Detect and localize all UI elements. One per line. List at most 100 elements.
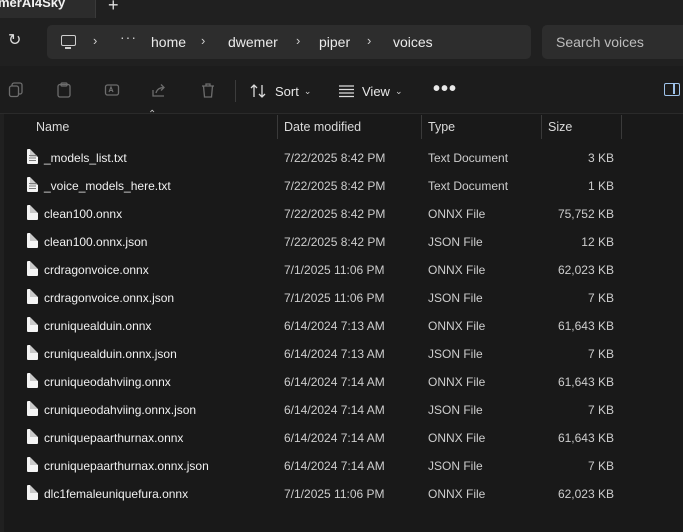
file-row[interactable]: clean100.onnx.json 7/22/2025 8:42 PM JSON … [0, 228, 683, 256]
sort-ascending-icon: ⌃ [148, 109, 157, 120]
more-options-icon[interactable]: ••• [433, 78, 457, 101]
file-size: 1 KB [587, 179, 614, 193]
copy-icon[interactable] [8, 82, 24, 98]
chevron-right-icon[interactable]: › [296, 33, 300, 48]
refresh-icon[interactable]: ↻ [8, 32, 26, 50]
share-icon[interactable] [151, 82, 167, 98]
file-icon [27, 401, 38, 416]
file-row[interactable]: dlc1femaleuniquefura.onnx 7/1/2025 11:06 … [0, 480, 683, 508]
file-icon [27, 233, 38, 248]
file-icon [27, 485, 38, 500]
file-name: _voice_models_here.txt [44, 179, 171, 193]
file-size: 3 KB [587, 151, 614, 165]
file-row[interactable]: cruniqueodahviing.onnx.json 6/14/2024 7:1… [0, 396, 683, 424]
search-input[interactable]: Search voices [542, 25, 683, 59]
rename-icon[interactable] [104, 82, 120, 98]
file-type: Text Document [428, 151, 509, 165]
paste-icon[interactable] [56, 82, 72, 98]
tab-strip: merAI4Sky + [0, 0, 683, 18]
file-row[interactable]: crdragonvoice.onnx 7/1/2025 11:06 PM ONNX … [0, 256, 683, 284]
sort-button[interactable]: Sort ⌄ [250, 81, 311, 101]
file-name: crdragonvoice.onnx [44, 263, 149, 277]
file-row[interactable]: cruniqueodahviing.onnx 6/14/2024 7:14 AM O… [0, 368, 683, 396]
breadcrumb-overflow[interactable]: ··· [120, 29, 137, 45]
file-type: Text Document [428, 179, 509, 193]
breadcrumb-voices[interactable]: voices [393, 34, 433, 50]
file-type: JSON File [428, 459, 483, 473]
column-divider[interactable] [421, 115, 422, 139]
address-row: ↻ › ··· home › dwemer › piper › voices S… [0, 18, 683, 66]
details-pane-icon[interactable] [664, 83, 680, 96]
file-rows: _models_list.txt 7/22/2025 8:42 PM Text Do… [0, 144, 683, 508]
file-icon [27, 317, 38, 332]
file-row[interactable]: clean100.onnx 7/22/2025 8:42 PM ONNX File 7… [0, 200, 683, 228]
file-name: cruniquepaarthurnax.onnx [44, 431, 184, 445]
file-type: JSON File [428, 235, 483, 249]
file-name: dlc1femaleuniquefura.onnx [44, 487, 189, 501]
column-divider[interactable] [277, 115, 278, 139]
file-date-modified: 7/22/2025 8:42 PM [284, 207, 386, 221]
file-type: JSON File [428, 347, 483, 361]
file-row[interactable]: cruniquepaarthurnax.onnx 6/14/2024 7:14 A… [0, 424, 683, 452]
plus-icon[interactable]: + [108, 0, 119, 16]
file-row[interactable]: crdragonvoice.onnx.json 7/1/2025 11:06 PM… [0, 284, 683, 312]
chevron-right-icon[interactable]: › [201, 33, 205, 48]
command-bar: Sort ⌄ View ⌄ ••• [0, 66, 683, 114]
file-icon [27, 261, 38, 276]
view-label: View [362, 83, 390, 99]
file-date-modified: 7/1/2025 11:06 PM [284, 291, 385, 305]
column-date-modified[interactable]: Date modified [284, 120, 361, 134]
file-icon [27, 205, 38, 220]
view-icon [339, 85, 354, 98]
chevron-right-icon[interactable]: › [93, 33, 97, 48]
file-size: 61,643 KB [557, 375, 614, 389]
tab-active[interactable]: merAI4Sky [0, 0, 96, 18]
chevron-down-icon: ⌄ [394, 85, 403, 96]
address-bar[interactable]: › ··· home › dwemer › piper › voices [47, 25, 531, 59]
file-size: 7 KB [587, 403, 614, 417]
column-type[interactable]: Type [428, 120, 455, 134]
column-header: ⌃ Name Date modified Type Size [0, 109, 683, 140]
view-button[interactable]: View ⌄ [338, 81, 403, 101]
column-divider[interactable] [541, 115, 542, 139]
file-icon [27, 457, 38, 472]
file-date-modified: 6/14/2024 7:13 AM [284, 347, 385, 361]
file-name: clean100.onnx.json [44, 235, 148, 249]
file-date-modified: 6/14/2024 7:14 AM [284, 459, 385, 473]
chevron-down-icon: ⌄ [303, 85, 312, 96]
file-date-modified: 6/14/2024 7:13 AM [284, 319, 385, 333]
file-row[interactable]: cruniquealduin.onnx.json 6/14/2024 7:13 A… [0, 340, 683, 368]
breadcrumb-dwemer[interactable]: dwemer [228, 34, 278, 50]
file-date-modified: 7/22/2025 8:42 PM [284, 235, 386, 249]
file-name: cruniquealduin.onnx.json [44, 347, 177, 361]
file-size: 62,023 KB [557, 487, 614, 501]
file-name: cruniqueodahviing.onnx [44, 375, 171, 389]
file-type: ONNX File [428, 263, 486, 277]
tab-title: merAI4Sky [0, 0, 66, 10]
toolbar-divider [235, 80, 236, 102]
column-size[interactable]: Size [548, 120, 572, 134]
file-row[interactable]: _voice_models_here.txt 7/22/2025 8:42 PM T… [0, 172, 683, 200]
file-date-modified: 6/14/2024 7:14 AM [284, 403, 385, 417]
file-size: 75,752 KB [557, 207, 614, 221]
file-row[interactable]: _models_list.txt 7/22/2025 8:42 PM Text Do… [0, 144, 683, 172]
file-size: 61,643 KB [557, 431, 614, 445]
computer-icon[interactable] [61, 35, 76, 49]
file-name: cruniquepaarthurnax.onnx.json [44, 459, 209, 473]
file-name: crdragonvoice.onnx.json [44, 291, 175, 305]
file-date-modified: 7/22/2025 8:42 PM [284, 151, 386, 165]
breadcrumb-home[interactable]: home [151, 34, 186, 50]
file-icon [27, 289, 38, 304]
file-date-modified: 7/22/2025 8:42 PM [284, 179, 386, 193]
chevron-right-icon[interactable]: › [367, 33, 371, 48]
column-divider[interactable] [621, 115, 622, 139]
file-row[interactable]: cruniquealduin.onnx 6/14/2024 7:13 AM ONNX… [0, 312, 683, 340]
sort-icon [250, 84, 266, 98]
breadcrumb-piper[interactable]: piper [319, 34, 350, 50]
delete-icon[interactable] [200, 82, 216, 98]
file-size: 7 KB [587, 459, 614, 473]
file-row[interactable]: cruniquepaarthurnax.onnx.json 6/14/2024 7… [0, 452, 683, 480]
text-file-icon [27, 149, 38, 164]
column-name[interactable]: Name [36, 120, 69, 134]
file-type: ONNX File [428, 431, 486, 445]
